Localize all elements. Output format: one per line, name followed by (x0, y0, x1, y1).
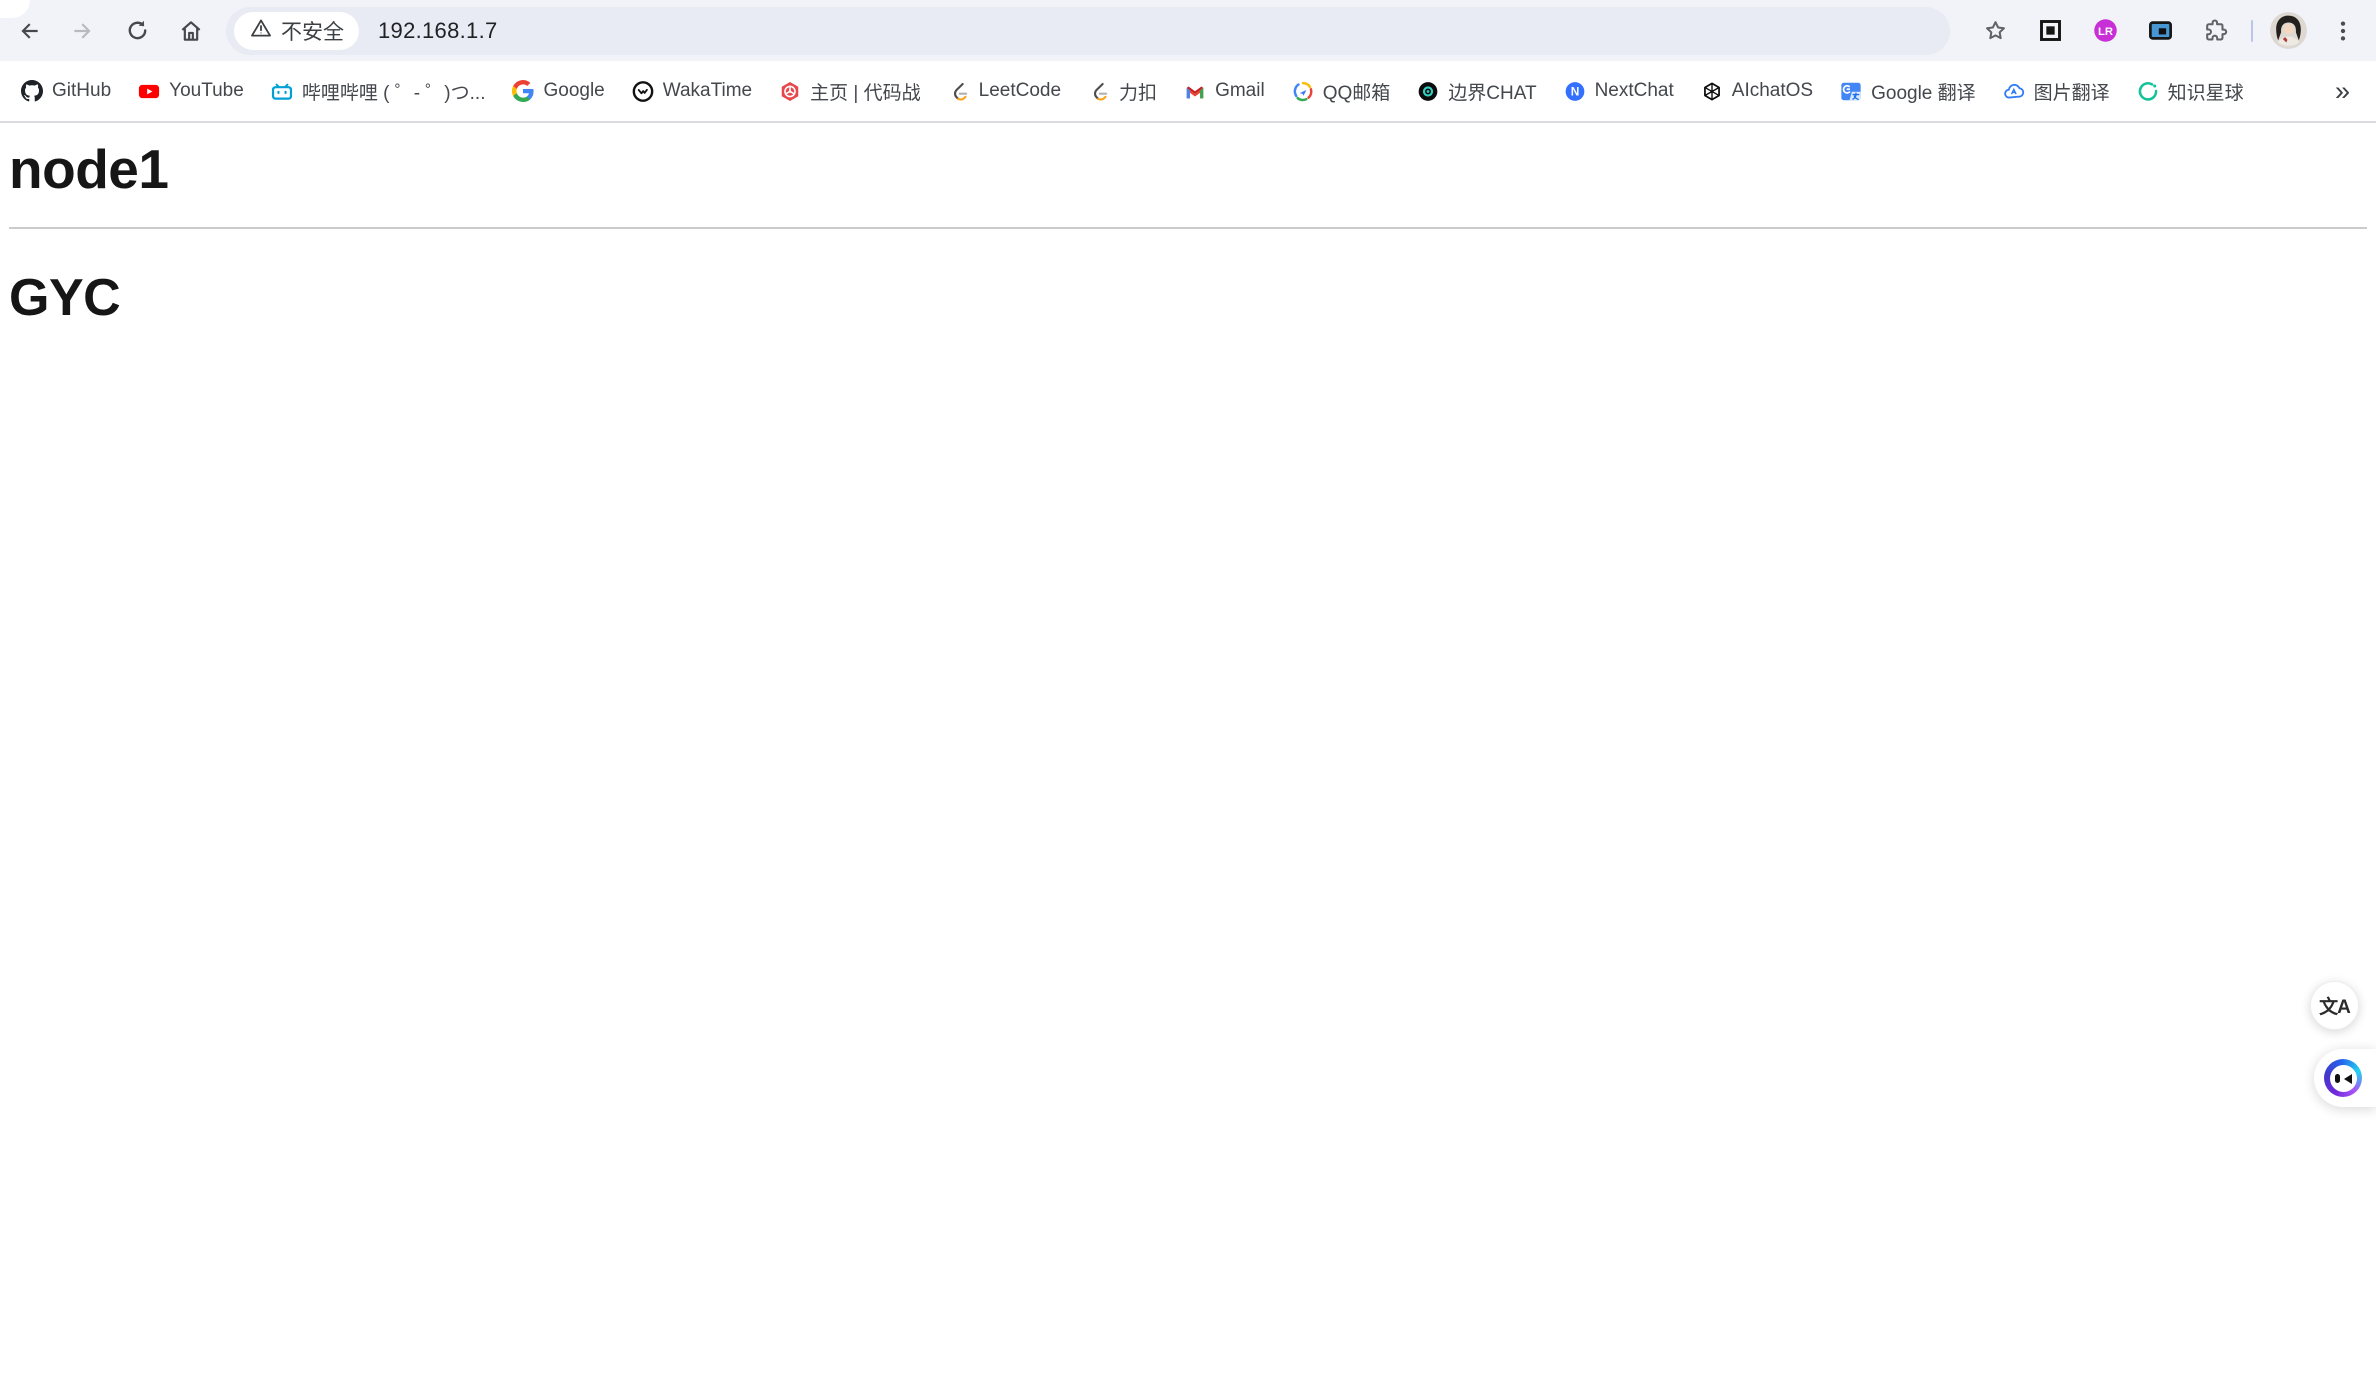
toolbar-right-group: LR (1976, 12, 2376, 50)
bookmarks-bar: GitHub YouTube 哔哩哔哩 ( ゜- ゜)つ... Google W… (0, 61, 2376, 123)
home-button[interactable] (172, 12, 210, 50)
bookmark-label: 力扣 (1119, 82, 1158, 104)
bookmark-label: 边界CHAT (1448, 82, 1537, 104)
bookmark-leetcode[interactable]: LeetCode (937, 69, 1072, 113)
extensions-button[interactable] (2196, 12, 2234, 50)
bookmark-zsxq[interactable]: 知识星球 (2126, 69, 2255, 113)
bookmarks-list: GitHub YouTube 哔哩哔哩 ( ゜- ゜)つ... Google W… (10, 69, 2255, 113)
forward-arrow-icon (70, 18, 96, 44)
nav-button-group (0, 12, 210, 50)
picture-in-picture-extension-icon (2147, 17, 2174, 44)
menu-kebab-icon (2330, 18, 2356, 44)
reload-icon (125, 18, 150, 43)
green-arc-icon (2137, 80, 2159, 102)
bookmark-star-icon (1982, 17, 2009, 44)
bilibili-icon (271, 80, 293, 102)
bookmark-likou[interactable]: 力扣 (1077, 69, 1168, 113)
openai-knot-icon (1701, 80, 1723, 102)
bookmark-pic-translate[interactable]: 图片翻译 (1992, 69, 2121, 113)
browser-menu-button[interactable] (2324, 12, 2362, 50)
assistant-floating-button[interactable] (2314, 1049, 2376, 1107)
page-title: node1 (9, 138, 169, 200)
bookmark-aichatos[interactable]: AIchatOS (1690, 69, 1824, 113)
leetcode-icon (1088, 80, 1110, 102)
google-translate-icon (1840, 80, 1862, 102)
bookmark-label: 哔哩哔哩 ( ゜- ゜)つ... (301, 82, 486, 104)
bookmark-label: 图片翻译 (2033, 82, 2110, 104)
toolbar-separator (2251, 19, 2253, 42)
bookmark-label: 主页 | 代码战 (810, 82, 921, 104)
bookmark-label: QQ邮箱 (1322, 82, 1391, 104)
bookmark-label: Google (543, 80, 605, 101)
warning-triangle-icon (249, 16, 273, 45)
bookmark-label: WakaTime (662, 80, 753, 101)
bookmark-label: YouTube (169, 80, 244, 101)
reload-button[interactable] (118, 12, 156, 50)
boxed-square-extension-button[interactable] (2031, 12, 2069, 50)
lr-extension-icon: LR (2092, 17, 2119, 44)
extensions-puzzle-icon (2202, 17, 2229, 44)
avatar-image (2270, 12, 2307, 49)
gmail-icon (1184, 80, 1206, 102)
back-arrow-icon (16, 18, 42, 44)
bookmark-daimazhan[interactable]: 主页 | 代码战 (768, 69, 932, 113)
cloud-translate-icon (2003, 80, 2025, 102)
bookmark-wakatime[interactable]: WakaTime (621, 69, 763, 113)
bookmark-bianjie-chat[interactable]: 边界CHAT (1406, 69, 1547, 113)
forward-button[interactable] (64, 12, 102, 50)
bookmark-label: Gmail (1215, 80, 1265, 101)
bookmark-github[interactable]: GitHub (10, 69, 122, 113)
svg-text:N: N (1570, 84, 1579, 98)
address-bar-url[interactable]: 192.168.1.7 (378, 18, 498, 44)
bookmark-label: GitHub (52, 80, 112, 101)
dark-eye-icon (1417, 80, 1439, 102)
bookmark-google-translate[interactable]: Google 翻译 (1829, 69, 1987, 113)
bookmark-label: NextChat (1594, 80, 1674, 101)
lr-extension-button[interactable]: LR (2086, 12, 2124, 50)
bookmark-label: Google 翻译 (1871, 82, 1976, 104)
picture-in-picture-extension-button[interactable] (2141, 12, 2179, 50)
page-content: node1 GYC (0, 136, 2376, 329)
google-icon (512, 80, 535, 102)
browser-toolbar: 不安全 192.168.1.7 LR (0, 0, 2376, 61)
github-icon (21, 80, 43, 102)
security-chip[interactable]: 不安全 (234, 11, 359, 50)
bookmark-label: 知识星球 (2167, 82, 2244, 104)
youtube-icon (138, 80, 160, 102)
bookmark-label: AIchatOS (1731, 80, 1814, 101)
bookmark-label: LeetCode (978, 80, 1062, 101)
bookmark-gmail[interactable]: Gmail (1173, 69, 1276, 113)
bookmark-star-button[interactable] (1976, 12, 2014, 50)
bookmark-youtube[interactable]: YouTube (127, 69, 255, 113)
boxed-square-extension-icon (2037, 17, 2064, 44)
svg-text:LR: LR (2098, 26, 2113, 38)
bookmark-qqmail[interactable]: QQ邮箱 (1281, 69, 1402, 113)
red-pinwheel-icon (779, 80, 801, 102)
wakatime-icon (632, 80, 654, 102)
security-chip-label: 不安全 (281, 20, 344, 44)
monica-assistant-icon (2324, 1059, 2362, 1097)
profile-avatar[interactable] (2270, 12, 2307, 49)
nextchat-icon: N (1564, 80, 1586, 102)
translate-icon: 文A (2319, 997, 2351, 1018)
bookmarks-overflow-button[interactable]: » (2319, 76, 2366, 107)
bookmark-google[interactable]: Google (501, 69, 615, 113)
leetcode-icon (948, 80, 970, 102)
address-bar[interactable]: 不安全 192.168.1.7 (226, 6, 1950, 55)
home-icon (178, 18, 204, 44)
translate-floating-button[interactable]: 文A (2310, 981, 2359, 1030)
horizontal-rule (9, 227, 2367, 229)
back-button[interactable] (10, 12, 48, 50)
qqmail-icon (1292, 80, 1314, 102)
page-subtitle: GYC (9, 269, 121, 327)
bookmark-nextchat[interactable]: N NextChat (1553, 69, 1685, 113)
bookmark-bilibili[interactable]: 哔哩哔哩 ( ゜- ゜)つ... (260, 69, 497, 113)
